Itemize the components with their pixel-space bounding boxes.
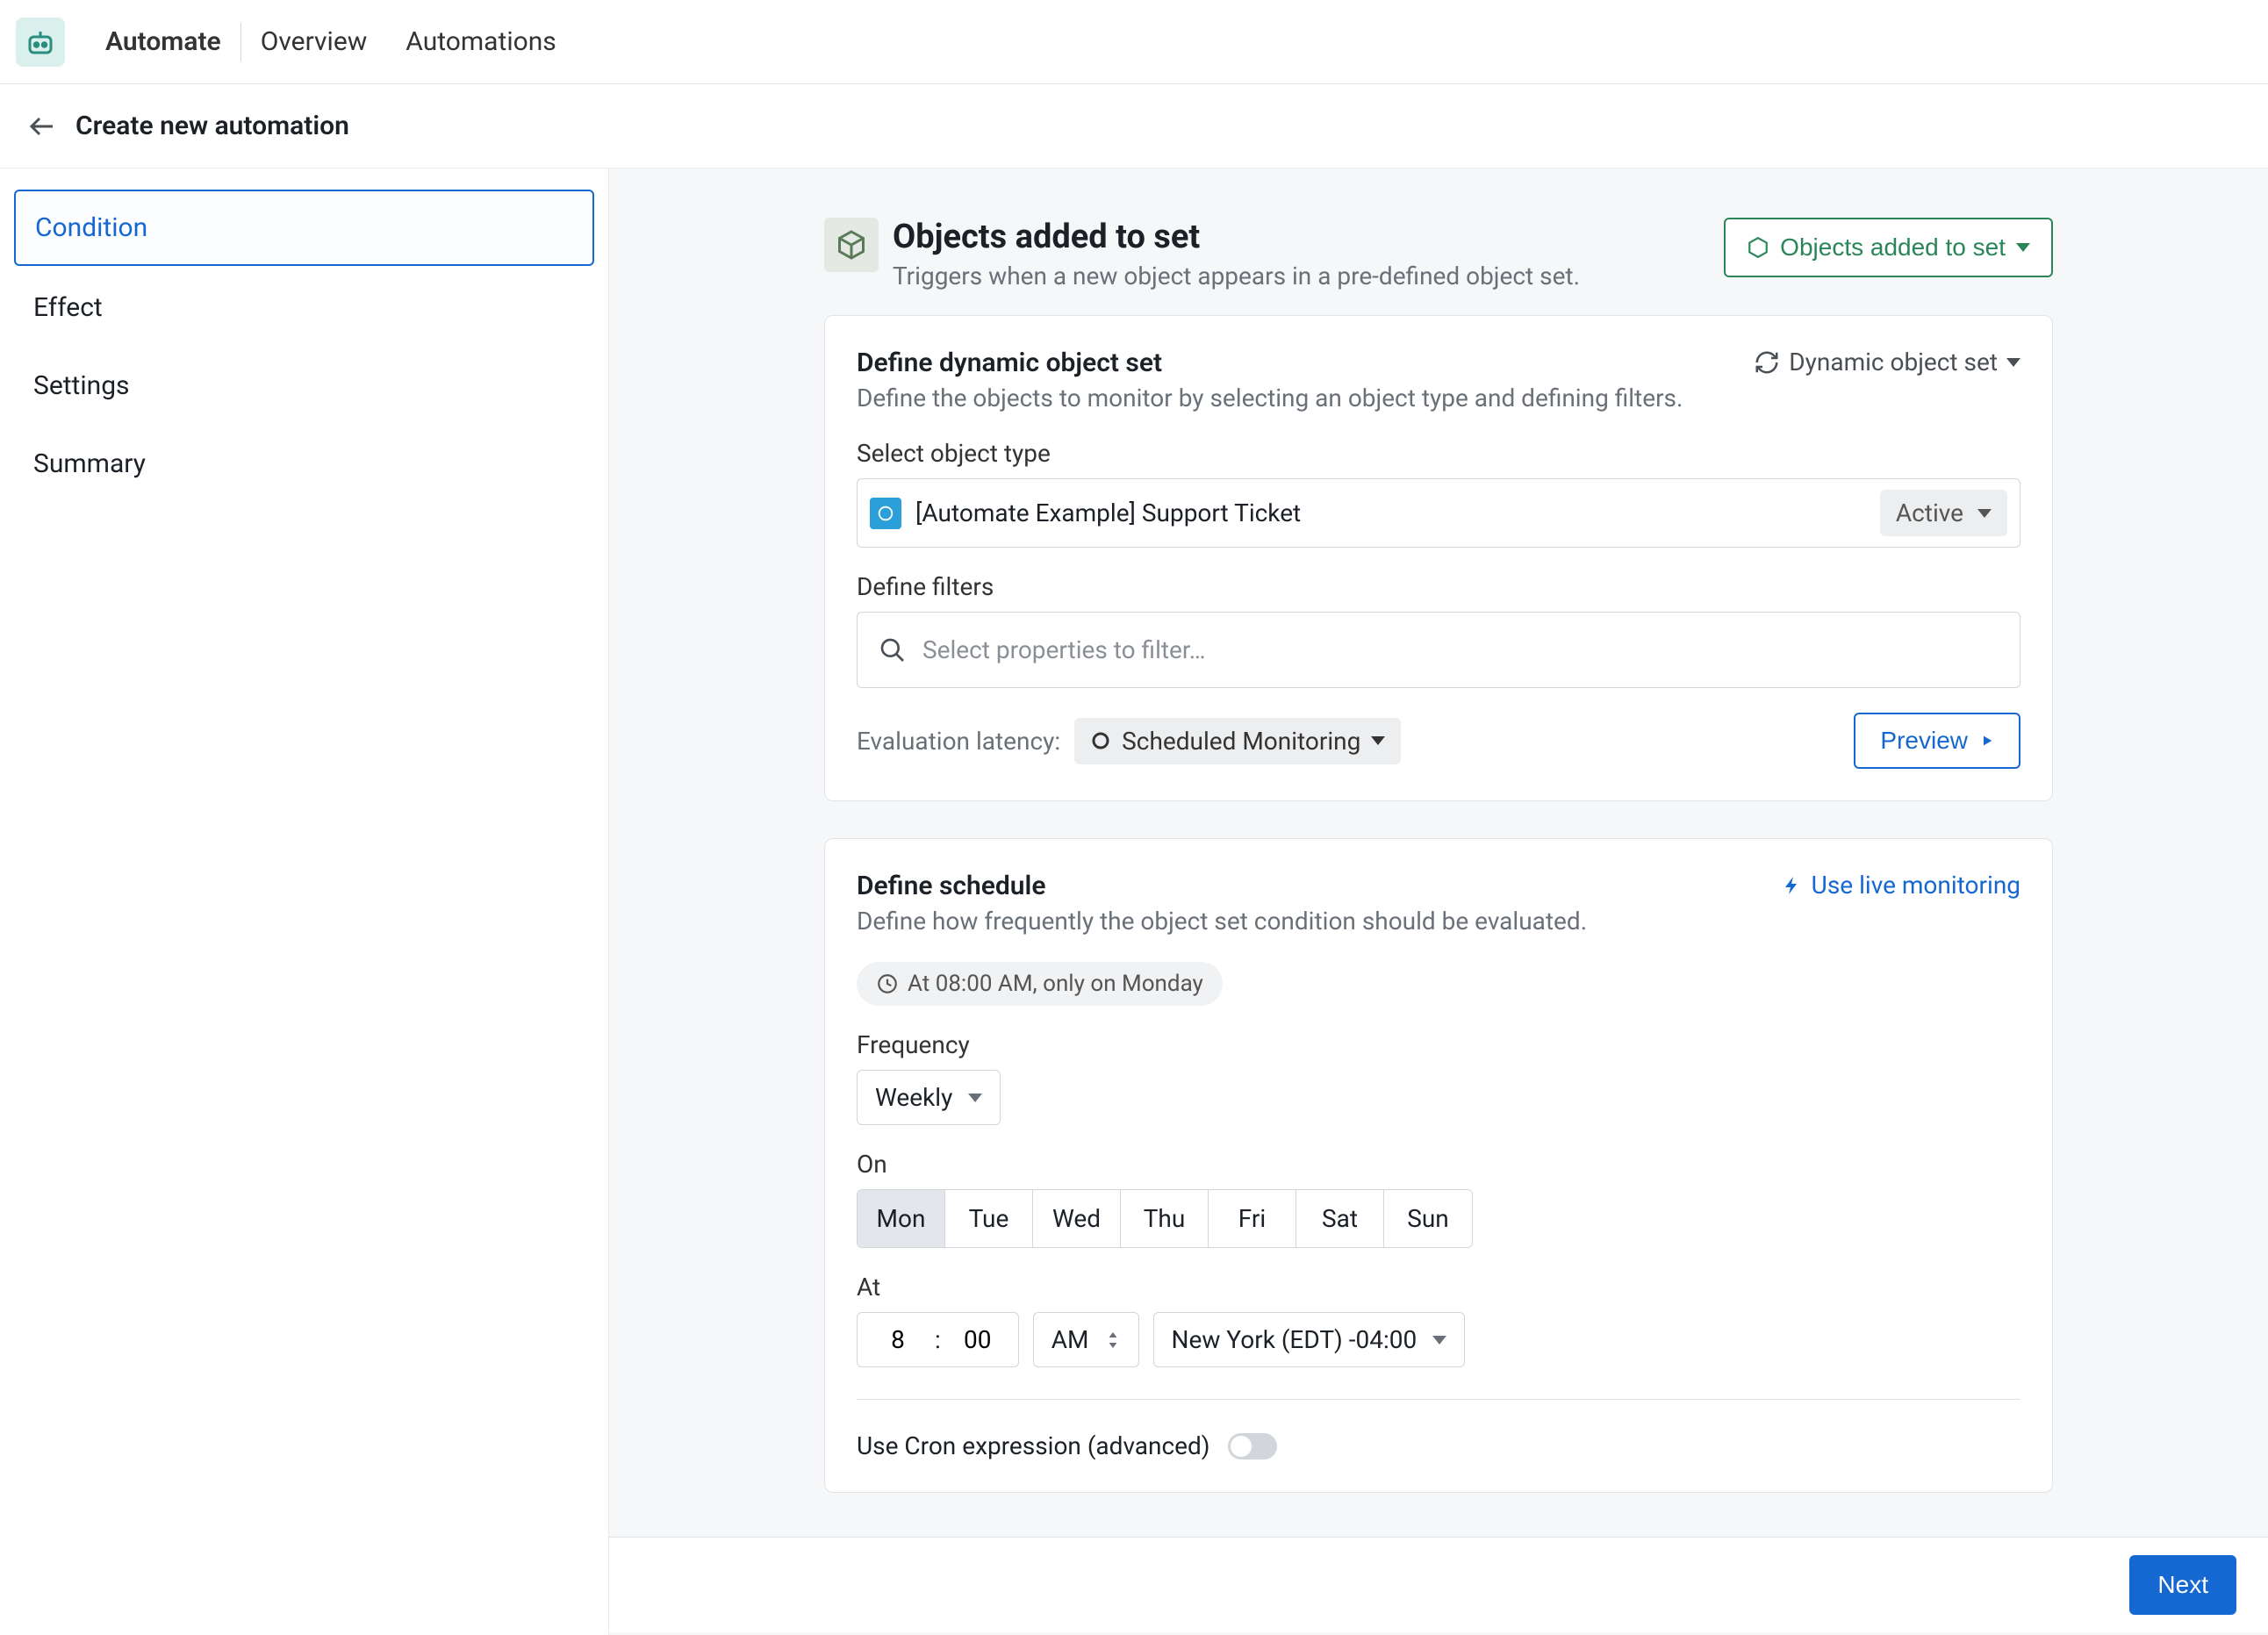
live-monitoring-link[interactable]: Use live monitoring <box>1782 871 2020 900</box>
nav-automations[interactable]: Automations <box>386 26 575 57</box>
trigger-type-button[interactable]: Objects added to set <box>1724 218 2053 277</box>
subheader: Create new automation <box>0 84 2268 169</box>
days-selector: Mon Tue Wed Thu Fri Sat Sun <box>857 1189 1473 1248</box>
day-sun[interactable]: Sun <box>1384 1190 1472 1247</box>
day-fri[interactable]: Fri <box>1209 1190 1296 1247</box>
cube-small-icon <box>1747 236 1769 259</box>
live-monitoring-label: Use live monitoring <box>1812 871 2020 900</box>
sidebar-item-summary[interactable]: Summary <box>14 427 594 500</box>
day-thu[interactable]: Thu <box>1121 1190 1209 1247</box>
dynamic-object-set-label: Dynamic object set <box>1789 348 1998 376</box>
object-type-label: Select object type <box>857 439 2020 468</box>
cron-label: Use Cron expression (advanced) <box>857 1431 1210 1460</box>
frequency-value: Weekly <box>875 1083 952 1112</box>
trigger-type-label: Objects added to set <box>1780 233 2006 262</box>
day-mon[interactable]: Mon <box>858 1190 945 1247</box>
object-set-card: Define dynamic object set Dynamic object… <box>824 315 2053 801</box>
schedule-card: Define schedule Use live monitoring Defi… <box>824 838 2053 1493</box>
filters-label: Define filters <box>857 572 2020 601</box>
day-tue[interactable]: Tue <box>945 1190 1033 1247</box>
time-input-box: : <box>857 1312 1019 1367</box>
minute-input[interactable] <box>957 1325 999 1354</box>
page-title: Objects added to set <box>893 218 1724 256</box>
next-button[interactable]: Next <box>2129 1555 2236 1615</box>
search-icon <box>879 636 907 664</box>
time-colon: : <box>935 1325 941 1354</box>
sidebar: Condition Effect Settings Summary <box>0 169 609 1635</box>
cron-toggle[interactable] <box>1228 1433 1277 1459</box>
chevron-down-icon <box>2016 243 2030 252</box>
object-type-icon <box>870 498 901 529</box>
object-status-pill[interactable]: Active <box>1880 490 2007 536</box>
footer-bar: Next <box>609 1537 2268 1632</box>
nav-overview[interactable]: Overview <box>241 26 387 57</box>
lightning-icon <box>1782 875 1803 896</box>
chevron-down-icon <box>968 1094 982 1102</box>
ampm-select[interactable]: AM <box>1033 1312 1139 1367</box>
chevron-down-icon <box>1432 1336 1446 1345</box>
sidebar-item-effect[interactable]: Effect <box>14 271 594 344</box>
top-bar: Automate Overview Automations <box>0 0 2268 84</box>
day-sat[interactable]: Sat <box>1296 1190 1384 1247</box>
chevron-down-icon <box>1977 509 1992 518</box>
timezone-select[interactable]: New York (EDT) -04:00 <box>1153 1312 1466 1367</box>
dynamic-object-set-button[interactable]: Dynamic object set <box>1754 348 2020 376</box>
ampm-value: AM <box>1051 1325 1089 1354</box>
subheader-title: Create new automation <box>75 111 349 141</box>
schedule-desc: Define how frequently the object set con… <box>857 907 2020 936</box>
divider <box>857 1399 2020 1400</box>
main-content: Objects added to set Triggers when a new… <box>609 169 2268 1635</box>
object-status-label: Active <box>1896 498 1963 527</box>
object-set-title: Define dynamic object set <box>857 348 1162 378</box>
chevron-down-icon <box>2006 358 2020 367</box>
schedule-summary-text: At 08:00 AM, only on Monday <box>908 971 1203 997</box>
clock-icon <box>876 972 899 995</box>
preview-label: Preview <box>1880 727 1968 755</box>
hour-input[interactable] <box>877 1325 919 1354</box>
app-name-link[interactable]: Automate <box>86 26 240 57</box>
schedule-title: Define schedule <box>857 871 1045 901</box>
object-type-select[interactable]: [Automate Example] Support Ticket Active <box>857 478 2020 548</box>
sidebar-item-settings[interactable]: Settings <box>14 349 594 422</box>
circle-icon <box>1090 730 1111 751</box>
frequency-label: Frequency <box>857 1030 2020 1059</box>
chevron-down-icon <box>1371 736 1385 745</box>
sort-icon <box>1105 1330 1121 1351</box>
sidebar-item-condition[interactable]: Condition <box>14 190 594 266</box>
on-label: On <box>857 1150 2020 1179</box>
object-set-desc: Define the objects to monitor by selecti… <box>857 384 2020 412</box>
object-type-value: [Automate Example] Support Ticket <box>915 498 1880 527</box>
timezone-value: New York (EDT) -04:00 <box>1172 1325 1418 1354</box>
play-icon <box>1980 734 1994 748</box>
at-label: At <box>857 1273 2020 1302</box>
page-header: Objects added to set Triggers when a new… <box>824 218 2053 290</box>
frequency-select[interactable]: Weekly <box>857 1070 1001 1125</box>
app-logo-icon <box>16 18 65 67</box>
cube-icon <box>824 218 879 272</box>
latency-value: Scheduled Monitoring <box>1122 727 1360 756</box>
filter-placeholder: Select properties to filter… <box>922 635 1205 664</box>
page-subtitle: Triggers when a new object appears in a … <box>893 262 1724 290</box>
back-arrow-icon[interactable] <box>26 111 58 142</box>
latency-select[interactable]: Scheduled Monitoring <box>1074 718 1401 764</box>
latency-label: Evaluation latency: <box>857 727 1060 756</box>
schedule-summary-chip: At 08:00 AM, only on Monday <box>857 962 1223 1006</box>
refresh-icon <box>1754 349 1780 376</box>
filter-input[interactable]: Select properties to filter… <box>857 612 2020 688</box>
day-wed[interactable]: Wed <box>1033 1190 1121 1247</box>
preview-button[interactable]: Preview <box>1854 713 2020 769</box>
